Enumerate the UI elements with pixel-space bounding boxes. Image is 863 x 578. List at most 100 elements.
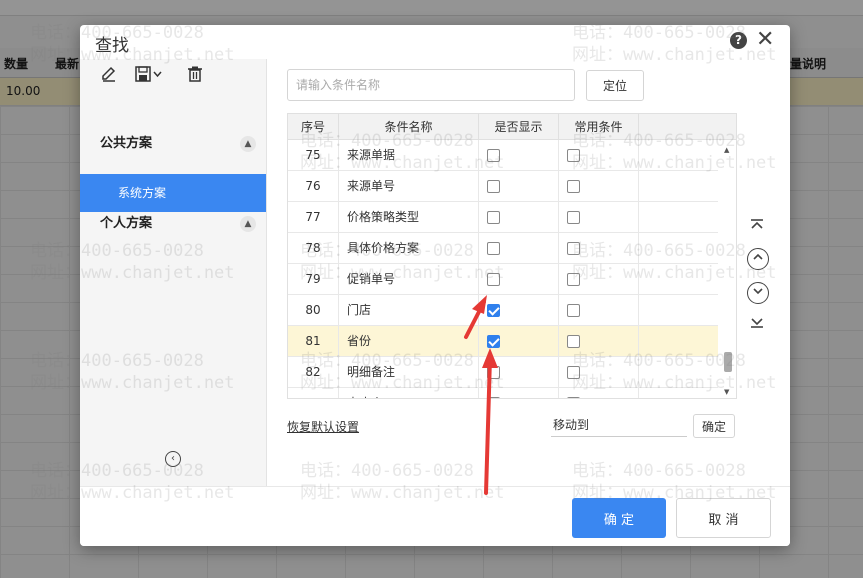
- table-scrollbar[interactable]: ▲ ▼: [718, 140, 736, 398]
- move-bottom-icon[interactable]: [747, 315, 767, 335]
- show-checkbox[interactable]: [487, 273, 500, 286]
- row-common-cell: [559, 357, 639, 388]
- row-condition-name: 中止人: [339, 388, 479, 398]
- table-row[interactable]: 79 促销单号: [288, 264, 718, 295]
- common-checkbox[interactable]: [567, 180, 580, 193]
- move-to-ok-button[interactable]: 确定: [693, 414, 735, 438]
- dialog-footer: 确 定 取 消: [80, 486, 790, 546]
- table-header: 序号 条件名称 是否显示 常用条件: [288, 114, 736, 140]
- row-number: 76: [288, 171, 339, 202]
- scroll-down-icon[interactable]: ▼: [724, 388, 729, 396]
- move-up-icon[interactable]: [747, 248, 769, 270]
- table-row[interactable]: 78 具体价格方案: [288, 233, 718, 264]
- delete-icon[interactable]: [186, 65, 204, 89]
- common-checkbox[interactable]: [567, 397, 580, 398]
- table-row[interactable]: 82 明细备注: [288, 357, 718, 388]
- header-show: 是否显示: [479, 114, 559, 140]
- row-show-cell: [479, 171, 559, 202]
- row-common-cell: [559, 140, 639, 171]
- row-common-cell: [559, 171, 639, 202]
- row-show-cell: [479, 202, 559, 233]
- row-condition-name: 门店: [339, 295, 479, 326]
- table-row[interactable]: 83中止人: [288, 388, 718, 398]
- show-checkbox[interactable]: [487, 180, 500, 193]
- chevron-up-icon[interactable]: ▲: [240, 136, 256, 152]
- save-icon[interactable]: [134, 65, 164, 89]
- row-number: 78: [288, 233, 339, 264]
- row-number: 75: [288, 140, 339, 171]
- edit-icon[interactable]: [100, 65, 118, 89]
- row-condition-name: 促销单号: [339, 264, 479, 295]
- row-common-cell: [559, 202, 639, 233]
- scroll-thumb[interactable]: [724, 352, 732, 372]
- table-body: 75 来源单据 76 来源单号 77 价格策略类型 78 具体价格方案 79 促销单号 80 门店 81…: [288, 140, 718, 398]
- table-row[interactable]: 76 来源单号: [288, 171, 718, 202]
- show-checkbox[interactable]: [487, 149, 500, 162]
- header-no: 序号: [288, 114, 339, 140]
- restore-default-link[interactable]: 恢复默认设置: [287, 418, 359, 435]
- row-show-cell: [479, 233, 559, 264]
- help-icon[interactable]: ?: [730, 32, 747, 49]
- row-show-cell: [479, 264, 559, 295]
- common-checkbox[interactable]: [567, 304, 580, 317]
- show-checkbox[interactable]: [487, 366, 500, 379]
- row-condition-name: 来源单据: [339, 140, 479, 171]
- move-top-icon[interactable]: [747, 218, 767, 238]
- row-common-cell: [559, 295, 639, 326]
- row-condition-name: 明细备注: [339, 357, 479, 388]
- common-checkbox[interactable]: [567, 366, 580, 379]
- row-condition-name: 价格策略类型: [339, 202, 479, 233]
- row-common-cell: [559, 326, 639, 357]
- row-number: 82: [288, 357, 339, 388]
- row-number: 77: [288, 202, 339, 233]
- show-checkbox[interactable]: [487, 304, 500, 317]
- move-to-input[interactable]: [551, 413, 687, 437]
- common-checkbox[interactable]: [567, 273, 580, 286]
- close-icon[interactable]: ✕: [756, 27, 774, 53]
- table-row[interactable]: 80 门店: [288, 295, 718, 326]
- row-condition-name: 具体价格方案: [339, 233, 479, 264]
- show-checkbox[interactable]: [487, 211, 500, 224]
- public-scheme-header[interactable]: 公共方案 ▲: [80, 129, 266, 159]
- common-checkbox[interactable]: [567, 335, 580, 348]
- table-row[interactable]: 75 来源单据: [288, 140, 718, 171]
- show-checkbox[interactable]: [487, 335, 500, 348]
- row-show-cell: [479, 140, 559, 171]
- table-row[interactable]: 77 价格策略类型: [288, 202, 718, 233]
- common-checkbox[interactable]: [567, 242, 580, 255]
- dialog-title: 查找: [95, 36, 129, 56]
- row-number: 80: [288, 295, 339, 326]
- show-checkbox[interactable]: [487, 242, 500, 255]
- header-name: 条件名称: [339, 114, 479, 140]
- row-number: 83: [288, 388, 339, 398]
- public-scheme-label: 公共方案: [100, 136, 153, 151]
- condition-search-input[interactable]: [287, 69, 575, 101]
- move-down-icon[interactable]: [747, 282, 769, 304]
- scroll-up-icon[interactable]: ▲: [724, 146, 729, 154]
- row-common-cell: [559, 233, 639, 264]
- table-row[interactable]: 81 省份: [288, 326, 718, 357]
- scheme-panel: 公共方案 ▲ 系统方案 个人方案 ▲ ‹: [80, 59, 267, 486]
- locate-button[interactable]: 定位: [586, 70, 644, 101]
- row-condition-name: 省份: [339, 326, 479, 357]
- row-number: 81: [288, 326, 339, 357]
- chevron-up-icon[interactable]: ▲: [240, 216, 256, 232]
- system-scheme-item[interactable]: 系统方案: [80, 174, 266, 212]
- common-checkbox[interactable]: [567, 149, 580, 162]
- show-checkbox[interactable]: [487, 397, 500, 398]
- personal-scheme-header[interactable]: 个人方案 ▲: [80, 209, 266, 239]
- header-common: 常用条件: [559, 114, 639, 140]
- row-common-cell: [559, 388, 639, 398]
- row-common-cell: [559, 264, 639, 295]
- row-show-cell: [479, 357, 559, 388]
- row-show-cell: [479, 326, 559, 357]
- condition-table: 序号 条件名称 是否显示 常用条件 75 来源单据 76 来源单号 77 价格策略类型 78…: [287, 113, 737, 399]
- row-show-cell: [479, 388, 559, 398]
- personal-scheme-label: 个人方案: [100, 216, 153, 231]
- row-show-cell: [479, 295, 559, 326]
- collapse-panel-icon[interactable]: ‹: [165, 451, 181, 467]
- find-dialog: 查找 ? ✕ 公共方案 ▲ 系统方案 个人方案 ▲ ‹ 定位 序号 条件名称 是…: [80, 25, 790, 546]
- common-checkbox[interactable]: [567, 211, 580, 224]
- confirm-button[interactable]: 确 定: [572, 498, 666, 538]
- cancel-button[interactable]: 取 消: [676, 498, 771, 538]
